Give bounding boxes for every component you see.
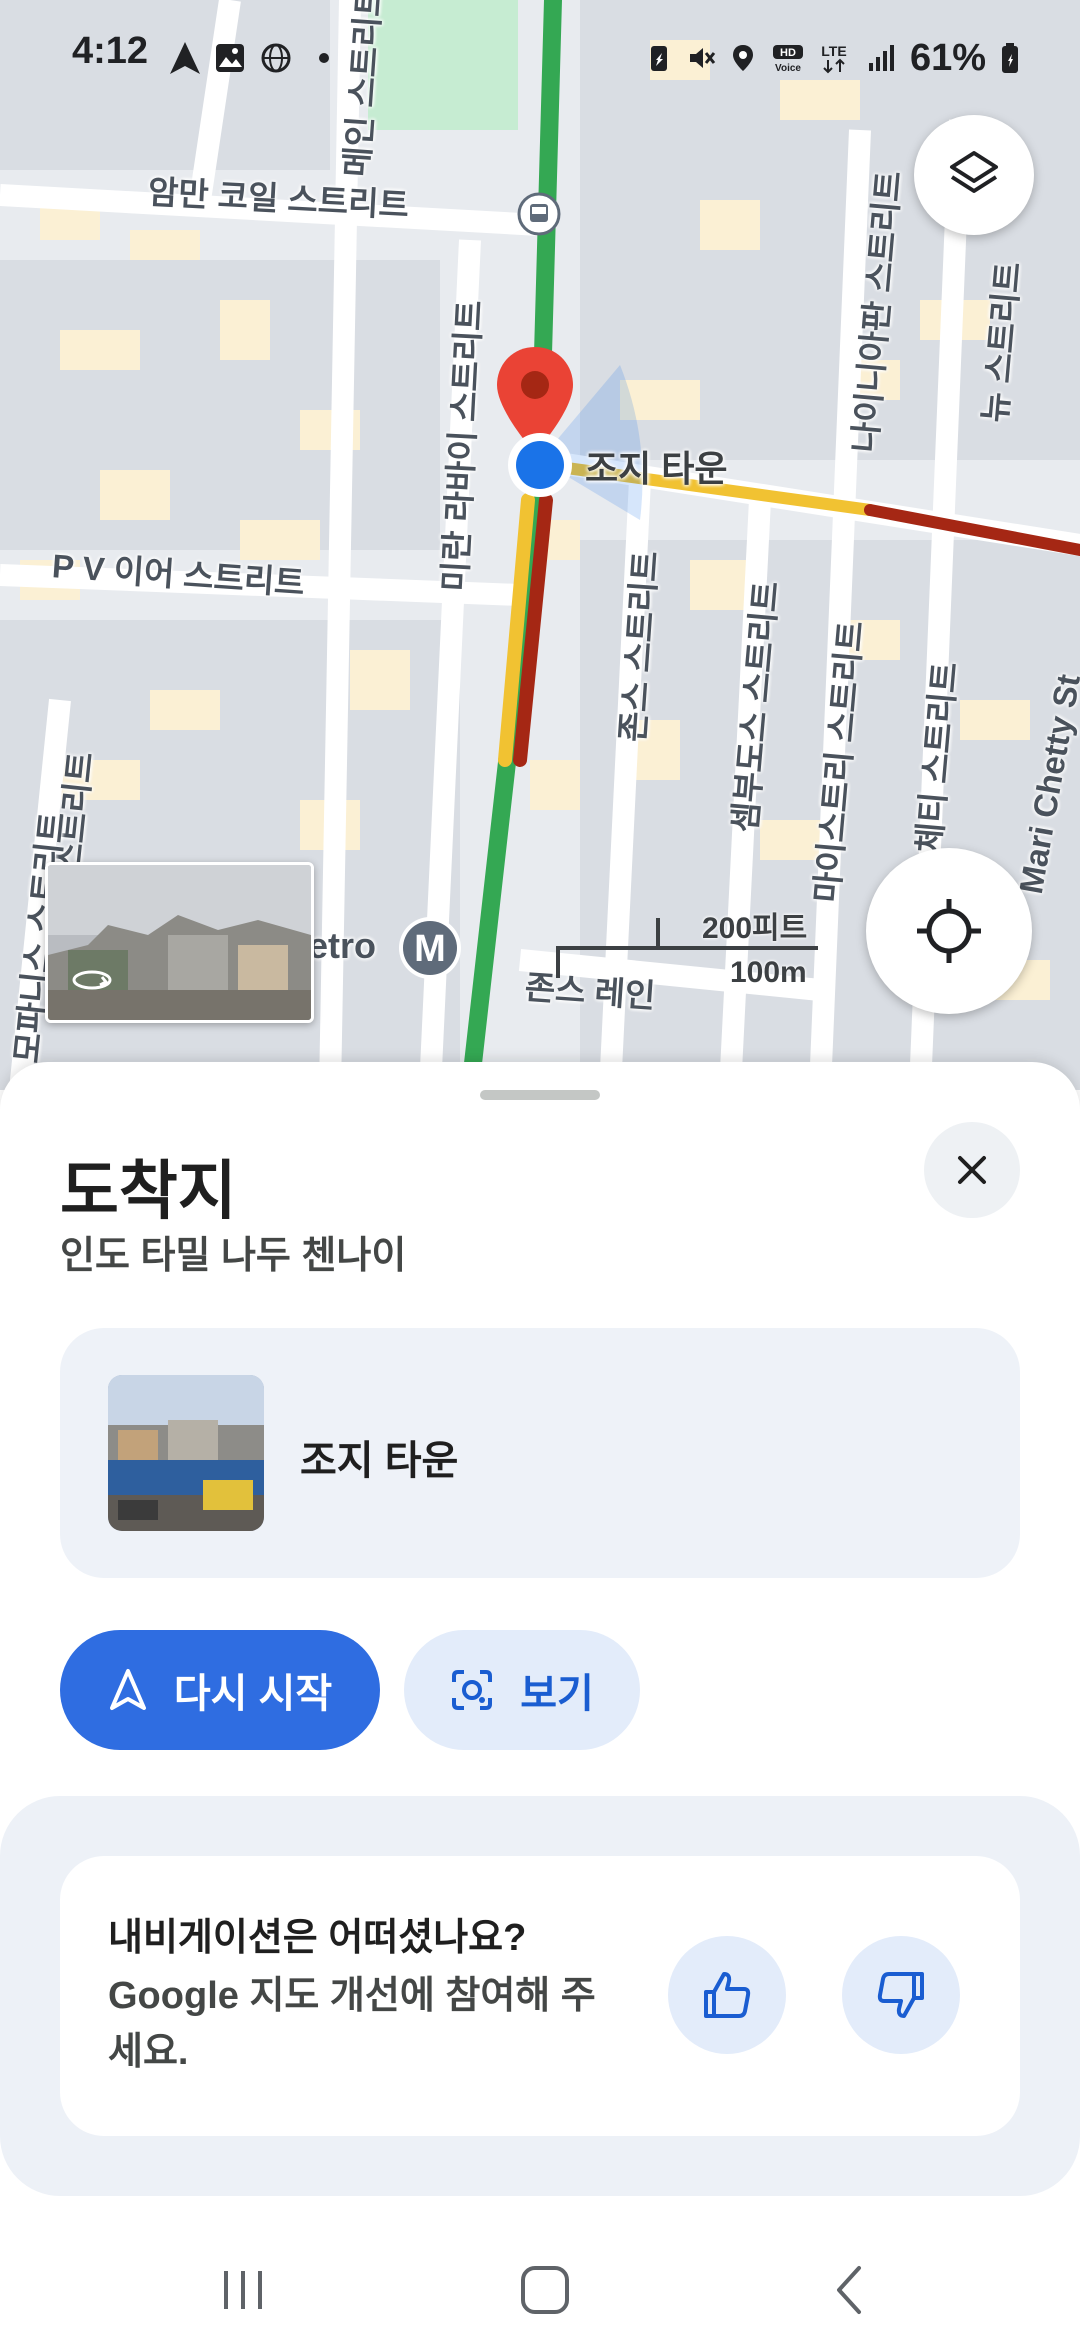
drag-handle[interactable] [480,1090,600,1100]
arrival-sheet: 도착지 인도 타밀 나두 첸나이 조지 타운 다시 시작 보기 내비게이션은 어… [0,1062,1080,2340]
battery-saver-icon [650,46,667,71]
layers-button[interactable] [914,115,1034,235]
feedback-section: 내비게이션은 어떠셨나요? Google 지도 개선에 참여해 주세요. [0,1796,1080,2196]
map-view[interactable]: M 암만 코일 스트리트 메인 스트리트 조지 타운 P V 이어 스트리트 미… [0,0,1080,1090]
thumbs-up-icon [704,1972,751,2018]
rotate-360-icon [72,970,112,990]
restart-navigation-button[interactable]: 다시 시작 [60,1630,380,1750]
thumbs-down-icon [877,1972,924,2018]
thumbs-down-button[interactable] [842,1936,960,2054]
bus-stop-icon[interactable] [517,192,561,236]
sheet-title: 도착지 [60,1155,237,1227]
home-button[interactable] [490,2240,600,2340]
svg-text:HD: HD [780,47,796,59]
thumbs-up-button[interactable] [668,1936,786,2054]
lens-camera-icon [452,1670,493,1710]
place-label: etro [308,925,377,966]
feedback-question: 내비게이션은 어떠셨나요? [108,1917,527,1959]
mute-icon [689,48,716,68]
svg-text:Voice: Voice [775,63,801,73]
my-location-button[interactable] [866,848,1032,1014]
feedback-card: 내비게이션은 어떠셨나요? Google 지도 개선에 참여해 주세요. [60,1856,1020,2136]
place-name: 조지 타운 [300,1439,459,1483]
dot-icon [319,53,329,63]
location-icon [732,45,753,71]
street-view-image [48,865,311,1020]
home-icon [521,2266,569,2314]
scale-feet: 200피트 [702,912,808,945]
street-view-thumbnail[interactable] [45,862,314,1023]
place-photo [108,1375,264,1531]
place-card[interactable]: 조지 타운 [60,1328,1020,1578]
back-icon [837,2266,861,2314]
place-image [108,1375,264,1531]
map-scale: 200피트 100m [552,898,822,998]
sheet-subtitle: 인도 타밀 나두 첸나이 [60,1235,407,1277]
svg-text:M: M [414,928,446,970]
battery-icon [1002,43,1018,73]
hd-voice-icon: HD Voice [772,45,803,73]
feedback-description: Google 지도 개선에 참여해 주세요. [108,1975,596,2073]
navigation-arrow-icon [170,42,200,74]
close-button[interactable] [924,1122,1020,1218]
back-button[interactable] [794,2240,904,2340]
navigation-arrow-icon [109,1669,146,1710]
gallery-icon [216,44,244,72]
metro-station-icon[interactable]: M [397,915,463,981]
recents-button[interactable] [188,2240,298,2340]
system-nav-bar [0,2220,1080,2340]
user-location-icon [508,433,572,497]
place-label: 조지 타운 [585,448,728,489]
globe-icon [261,43,291,73]
status-right: HD Voice LTE 61% [644,30,1020,86]
restart-label: 다시 시작 [173,1672,333,1716]
battery-percent: 61% [909,36,986,79]
layers-icon [950,151,998,193]
recents-icon [224,2271,262,2309]
svg-text:LTE: LTE [821,43,846,59]
signal-icon [868,45,894,71]
status-time: 4:12 [72,30,149,72]
view-label: 보기 [520,1672,594,1716]
lte-icon: LTE [821,43,847,74]
close-icon [958,1156,986,1184]
scale-meters: 100m [730,956,807,989]
crosshair-icon [917,899,981,963]
view-button[interactable]: 보기 [404,1630,640,1750]
